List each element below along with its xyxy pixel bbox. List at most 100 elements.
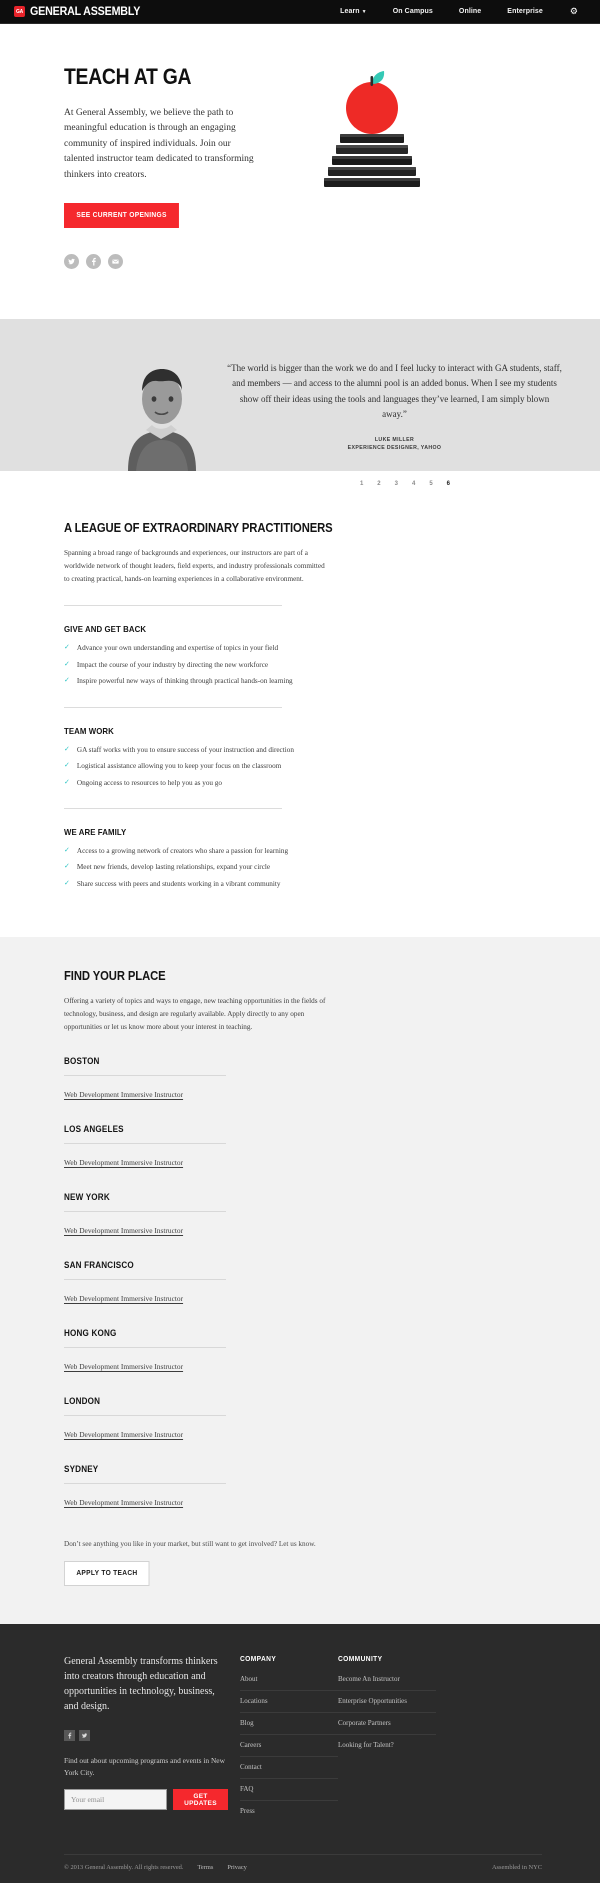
check-icon: ✓	[64, 643, 70, 652]
chevron-down-icon: ▼	[361, 9, 367, 15]
list-item: ✓ Share success with peers and students w…	[64, 879, 536, 889]
footer-column-community: COMMUNITY Become An Instructor Enterpris…	[338, 1654, 436, 1828]
divider	[64, 1346, 226, 1348]
testimonial-role: EXPERIENCE DESIGNER, YAHOO	[347, 445, 442, 452]
footer-link-locations[interactable]: Locations	[240, 1697, 338, 1713]
page-root: GA GENERAL ASSEMBLY Learn ▼ On Campus Onl…	[0, 0, 600, 1883]
job-link-san-francisco[interactable]: Web Development Immersive Instructor	[64, 1294, 183, 1303]
list-item: ✓ Access to a growing network of creators…	[64, 846, 536, 856]
hero-illustration-area	[270, 64, 600, 269]
testimonial-quote: “The world is bigger than the work we do…	[227, 362, 562, 420]
nav-item-enterprise[interactable]: Enterprise	[494, 8, 556, 15]
site-logo[interactable]: GA GENERAL ASSEMBLY	[14, 6, 148, 18]
nav-item-learn-label: Learn	[340, 8, 360, 15]
facebook-icon[interactable]	[64, 1729, 75, 1741]
divider	[64, 1278, 226, 1280]
list-item-label: Share success with peers and students wo…	[76, 879, 281, 888]
hero-content: TEACH AT GA At General Assembly, we beli…	[0, 64, 270, 269]
group-title-give-and-get-back: GIVE AND GET BACK	[64, 624, 147, 635]
list-item-label: Inspire powerful new ways of thinking th…	[76, 677, 293, 686]
facebook-icon[interactable]	[86, 253, 101, 269]
footer-brand-column: General Assembly transforms thinkers int…	[64, 1654, 240, 1828]
footer-link-about[interactable]: About	[240, 1675, 338, 1691]
nav-item-on-campus[interactable]: On Campus	[380, 8, 446, 15]
see-current-openings-button[interactable]: SEE CURRENT OPENINGS	[64, 202, 180, 228]
footer-link-terms[interactable]: Terms	[197, 1864, 213, 1871]
divider	[64, 706, 282, 708]
gear-icon[interactable]: ⚙	[556, 7, 586, 16]
ga-logo-mark-icon: GA	[14, 6, 25, 17]
check-icon: ✓	[64, 862, 70, 871]
footer-mission-statement: General Assembly transforms thinkers int…	[64, 1655, 218, 1712]
footer-top: General Assembly transforms thinkers int…	[64, 1654, 542, 1828]
places-note: Don’t see anything you like in your mark…	[64, 1539, 316, 1548]
list-item-label: GA staff works with you to ensure succes…	[76, 745, 294, 754]
list-item-label: Logistical assistance allowing you to ke…	[76, 762, 282, 771]
assembled-in-nyc-text: Assembled in NYC	[491, 1863, 542, 1871]
pagination-page-5[interactable]: 5	[429, 481, 432, 487]
job-link-hong-kong[interactable]: Web Development Immersive Instructor	[64, 1362, 183, 1371]
job-link-london[interactable]: Web Development Immersive Instructor	[64, 1430, 183, 1439]
footer-link-press[interactable]: Press	[240, 1807, 338, 1822]
checklist-we-are-family: ✓ Access to a growing network of creators…	[64, 846, 536, 889]
footer-link-contact[interactable]: Contact	[240, 1763, 338, 1779]
practitioners-intro: Spanning a broad range of backgrounds an…	[64, 548, 325, 583]
testimonial-pagination: 1 2 3 4 5 6	[0, 470, 600, 497]
pagination-page-1[interactable]: 1	[360, 481, 363, 487]
nav-item-learn[interactable]: Learn ▼	[327, 8, 380, 15]
testimonial-section: “The world is bigger than the work we do…	[0, 318, 600, 471]
job-link-boston[interactable]: Web Development Immersive Instructor	[64, 1090, 183, 1099]
list-item: ✓ Impact the course of your industry by d…	[64, 660, 536, 670]
footer-bottom-bar: © 2013 General Assembly. All rights rese…	[64, 1853, 542, 1883]
practitioners-section: A LEAGUE OF EXTRAORDINARY PRACTITIONERS …	[0, 496, 600, 938]
city-heading-hong-kong: HONG KONG	[64, 1327, 117, 1338]
email-icon[interactable]	[108, 253, 123, 269]
list-item: ✓ GA staff works with you to ensure succe…	[64, 745, 536, 755]
check-icon: ✓	[64, 777, 70, 786]
footer-link-enterprise-opportunities[interactable]: Enterprise Opportunities	[338, 1697, 436, 1713]
divider	[64, 1210, 226, 1212]
twitter-icon[interactable]	[64, 253, 79, 269]
list-item-label: Access to a growing network of creators …	[76, 846, 289, 855]
check-icon: ✓	[64, 676, 70, 685]
job-link-sydney[interactable]: Web Development Immersive Instructor	[64, 1498, 183, 1507]
list-item-label: Ongoing access to resources to help you …	[76, 778, 222, 787]
city-heading-london: LONDON	[64, 1395, 101, 1406]
divider	[64, 1482, 226, 1484]
hero-section: TEACH AT GA At General Assembly, we beli…	[0, 24, 600, 319]
apply-to-teach-button[interactable]: APPLY TO TEACH	[64, 1560, 150, 1586]
footer-social-links	[64, 1729, 228, 1741]
city-heading-new-york: NEW YORK	[64, 1191, 110, 1202]
footer-link-careers[interactable]: Careers	[240, 1741, 338, 1757]
find-your-place-section: FIND YOUR PLACE Offering a variety of to…	[0, 937, 600, 1624]
job-link-los-angeles[interactable]: Web Development Immersive Instructor	[64, 1158, 183, 1167]
footer-link-looking-for-talent[interactable]: Looking for Talent?	[338, 1741, 436, 1756]
checklist-give-and-get-back: ✓ Advance your own understanding and expe…	[64, 643, 536, 686]
hero-description: At General Assembly, we believe the path…	[64, 108, 254, 180]
list-item: ✓ Advance your own understanding and expe…	[64, 643, 536, 653]
footer-link-blog[interactable]: Blog	[240, 1719, 338, 1735]
nav-item-online[interactable]: Online	[446, 8, 494, 15]
footer-link-corporate-partners[interactable]: Corporate Partners	[338, 1719, 436, 1735]
city-heading-sydney: SYDNEY	[64, 1463, 99, 1474]
list-item: ✓ Inspire powerful new ways of thinking t…	[64, 676, 536, 686]
job-link-new-york[interactable]: Web Development Immersive Instructor	[64, 1226, 183, 1235]
instructor-portrait	[110, 340, 215, 471]
list-item-label: Impact the course of your industry by di…	[76, 660, 269, 669]
twitter-icon[interactable]	[79, 1729, 90, 1741]
footer-link-faq[interactable]: FAQ	[240, 1785, 338, 1801]
check-icon: ✓	[64, 744, 70, 753]
places-heading: FIND YOUR PLACE	[64, 969, 166, 984]
list-item: ✓ Meet new friends, develop lasting relat…	[64, 862, 536, 872]
check-icon: ✓	[64, 845, 70, 854]
pagination-page-3[interactable]: 3	[395, 481, 398, 487]
pagination-page-2[interactable]: 2	[377, 481, 380, 487]
footer-column-title-community: COMMUNITY	[338, 1655, 383, 1663]
pagination-page-6[interactable]: 6	[447, 481, 450, 487]
testimonial-author: LUKE MILLER	[374, 436, 415, 443]
pagination-page-4[interactable]: 4	[412, 481, 415, 487]
footer-link-become-an-instructor[interactable]: Become An Instructor	[338, 1675, 436, 1691]
footer-column-title-company: COMPANY	[240, 1655, 277, 1663]
footer-link-privacy[interactable]: Privacy	[227, 1864, 247, 1871]
primary-nav: Learn ▼ On Campus Online Enterprise ⚙	[327, 7, 586, 16]
